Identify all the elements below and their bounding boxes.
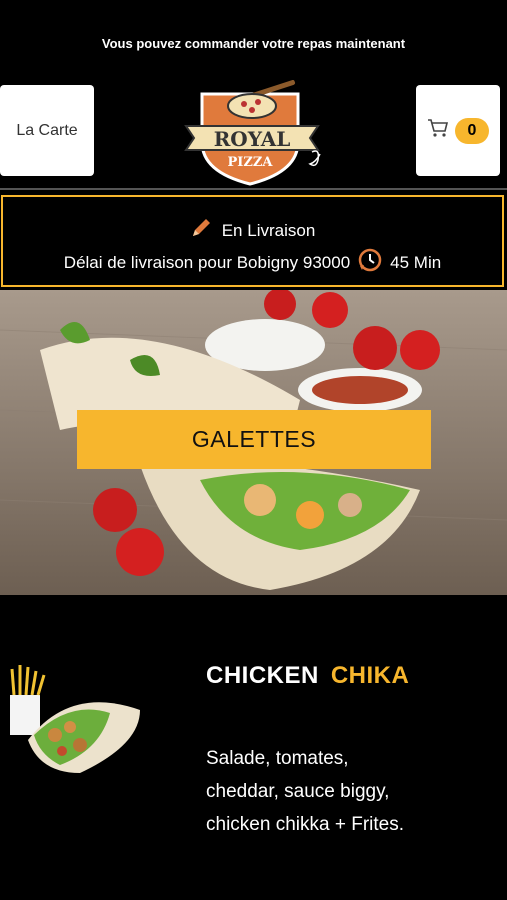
menu-button[interactable]: La Carte — [0, 85, 94, 176]
product-title[interactable]: CHICKEN CHIKA — [206, 662, 409, 690]
cart-icon — [427, 118, 449, 143]
category-hero-image[interactable]: GALETTES — [0, 290, 507, 595]
delivery-mode-label: En Livraison — [221, 220, 316, 240]
clock-icon — [356, 246, 384, 279]
category-title-banner[interactable]: GALETTES — [77, 410, 431, 469]
delivery-delay: Délai de livraison pour Bobigny 93000 45… — [3, 246, 502, 279]
menu-button-label: La Carte — [16, 121, 78, 139]
pencil-icon — [190, 217, 212, 244]
top-notice: Vous pouvez commander votre repas mainte… — [101, 36, 406, 51]
logo-text-pizza: PIZZA — [228, 155, 274, 170]
category-title: GALETTES — [191, 426, 317, 452]
cart-count-badge: 0 — [455, 117, 489, 144]
logo-text-royal: ROYAL — [214, 127, 291, 151]
product-title-part2: CHIKA — [330, 662, 410, 689]
delivery-mode[interactable]: En Livraison — [3, 217, 502, 244]
product-image[interactable] — [0, 655, 150, 780]
product-title-part1: CHICKEN — [206, 662, 319, 689]
delivery-delay-label: Délai de livraison pour Bobigny 93000 — [63, 252, 351, 272]
logo[interactable]: ROYAL PIZZA — [180, 79, 330, 188]
product-description: Salade, tomates, cheddar, sauce biggy, c… — [206, 748, 404, 835]
delivery-info[interactable]: En Livraison Délai de livraison pour Bob… — [1, 195, 504, 287]
cart-button[interactable]: 0 — [416, 85, 500, 176]
header-divider — [0, 188, 507, 190]
delivery-delay-value: 45 Min — [390, 252, 442, 272]
